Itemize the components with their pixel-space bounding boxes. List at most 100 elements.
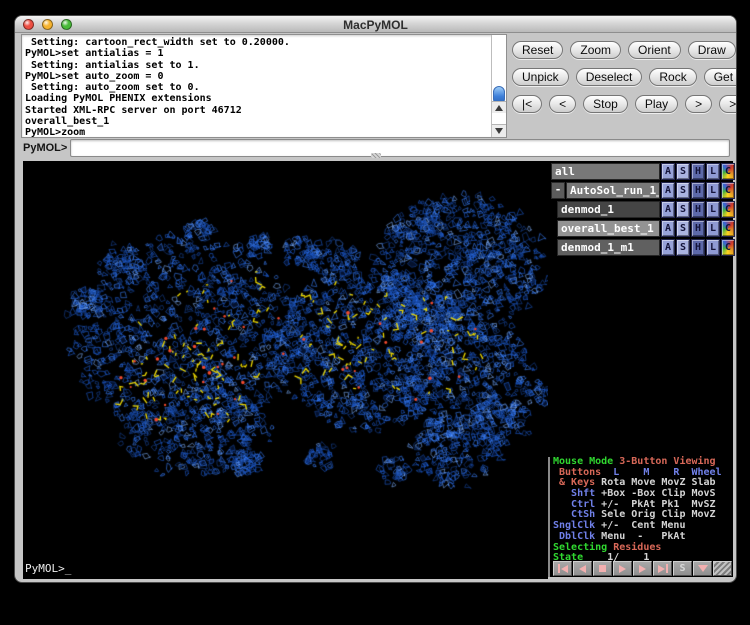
object-name-AutoSol_run_1_[interactable]: AutoSol_run_1_ [566, 182, 660, 199]
mouse-panel-text: Rota Move MovZ Slab [601, 477, 715, 488]
movie-controls: S [553, 561, 735, 576]
movie-play-button[interactable] [613, 561, 632, 576]
movie-forward-button[interactable] [633, 561, 652, 576]
expand-toggle[interactable]: - [551, 182, 565, 199]
s-menu-button[interactable]: S [676, 163, 690, 180]
c-menu-button[interactable]: C [721, 239, 735, 256]
mouse-panel-text: & Keys [553, 477, 601, 488]
upper-control-panel: Setting: cartoon_rect_width set to 0.200… [15, 33, 736, 161]
scroll-up-button[interactable] [492, 101, 506, 113]
l-menu-button[interactable]: L [706, 201, 720, 218]
mouse-panel-text: Mouse Mode [553, 456, 619, 467]
console-line: Setting: antialias set to 1. [25, 60, 488, 71]
stop-icon [599, 565, 606, 572]
deselect-button[interactable]: Deselect [576, 68, 643, 86]
movie-s-button[interactable]: S [673, 561, 692, 576]
object-name-overall_best_1[interactable]: overall_best_1 [557, 220, 660, 237]
mouse-panel-text: CtSh [553, 509, 601, 520]
a-menu-button[interactable]: A [661, 182, 675, 199]
movie-last-button[interactable] [653, 561, 672, 576]
l-menu-button[interactable]: L [706, 182, 720, 199]
console-line: PyMOL>zoom [25, 127, 488, 137]
c-menu-button[interactable]: C [721, 220, 735, 237]
play-button[interactable]: Play [635, 95, 678, 113]
draw-button[interactable]: Draw [688, 41, 736, 59]
a-menu-button[interactable]: A [661, 220, 675, 237]
macpymol-window: MacPyMOL Setting: cartoon_rect_width set… [14, 15, 737, 583]
movie-down-button[interactable] [693, 561, 712, 576]
go-last-button[interactable]: >| [719, 95, 737, 113]
orient-button[interactable]: Orient [628, 41, 681, 59]
feedback-console[interactable]: Setting: cartoon_rect_width set to 0.200… [21, 34, 507, 138]
mouse-panel-text: Residues [613, 542, 661, 553]
arrow-up-icon [495, 105, 503, 111]
object-list: allASHLC-AutoSol_run_1_ASHLCdenmod_1ASHL… [551, 163, 735, 256]
get-view-button[interactable]: Get View [704, 68, 737, 86]
stop-button[interactable]: Stop [583, 95, 628, 113]
window-title: MacPyMOL [15, 17, 736, 33]
console-line: Setting: cartoon_rect_width set to 0.200… [25, 37, 488, 48]
console-line: Started XML-RPC server on port 46712 [25, 105, 488, 116]
h-menu-button[interactable]: H [691, 201, 705, 218]
arrow-down-icon [495, 128, 503, 134]
mouse-panel-text: Selecting [553, 542, 613, 553]
console-line: Setting: auto_zoom set to 0. [25, 82, 488, 93]
object-row: denmod_1_m1ASHLC [551, 239, 735, 256]
mouse-panel-text: Buttons [553, 467, 601, 478]
a-menu-button[interactable]: A [661, 239, 675, 256]
mouse-panel-text: L M R Wheel [601, 467, 721, 478]
s-menu-button[interactable]: S [676, 239, 690, 256]
h-menu-button[interactable]: H [691, 239, 705, 256]
console-output: Setting: cartoon_rect_width set to 0.200… [25, 37, 488, 137]
down-icon [698, 565, 708, 572]
object-name-denmod_1[interactable]: denmod_1 [557, 201, 660, 218]
resize-grip-button[interactable] [713, 561, 732, 576]
a-menu-button[interactable]: A [661, 163, 675, 180]
h-menu-button[interactable]: H [691, 182, 705, 199]
button-row: ResetZoomOrientDrawRay [512, 41, 737, 59]
movie-stop-button[interactable] [593, 561, 612, 576]
console-scrollbar[interactable] [491, 35, 506, 137]
panel-divider [548, 457, 550, 577]
rock-button[interactable]: Rock [649, 68, 696, 86]
button-row: |<<StopPlay>>|MClear [512, 95, 737, 113]
sash-grip[interactable] [371, 153, 381, 158]
unpick-button[interactable]: Unpick [512, 68, 569, 86]
reset-button[interactable]: Reset [512, 41, 563, 59]
go-back-button[interactable]: < [549, 95, 576, 113]
movie-first-button[interactable] [553, 561, 572, 576]
l-menu-button[interactable]: L [706, 163, 720, 180]
c-menu-button[interactable]: C [721, 182, 735, 199]
object-row: overall_best_1ASHLC [551, 220, 735, 237]
l-menu-button[interactable]: L [706, 239, 720, 256]
c-menu-button[interactable]: C [721, 201, 735, 218]
prompt-label: PyMOL> [23, 140, 67, 156]
l-menu-button[interactable]: L [706, 220, 720, 237]
object-name-denmod_1_m1[interactable]: denmod_1_m1 [557, 239, 660, 256]
a-menu-button[interactable]: A [661, 201, 675, 218]
s-menu-button[interactable]: S [676, 220, 690, 237]
object-row: denmod_1ASHLC [551, 201, 735, 218]
skip-back-icon [558, 564, 560, 573]
viewport-3d[interactable] [23, 161, 548, 579]
object-name-all[interactable]: all [551, 163, 660, 180]
s-menu-button[interactable]: S [676, 182, 690, 199]
object-row: -AutoSol_run_1_ASHLC [551, 182, 735, 199]
step-forward-icon [639, 565, 646, 573]
titlebar[interactable]: MacPyMOL [15, 16, 736, 33]
command-buttons: ResetZoomOrientDrawRayUnpickDeselectRock… [512, 41, 737, 113]
h-menu-button[interactable]: H [691, 163, 705, 180]
command-input[interactable] [70, 139, 730, 157]
mouse-mode-panel[interactable]: Mouse Mode 3-Button Viewing Buttons L M … [553, 457, 735, 564]
movie-back-button[interactable] [573, 561, 592, 576]
zoom-button[interactable]: Zoom [570, 41, 621, 59]
mouse-panel-text: +/- Cent Menu [601, 520, 685, 531]
c-menu-button[interactable]: C [721, 163, 735, 180]
scroll-down-button[interactable] [492, 124, 506, 137]
step-back-icon [579, 565, 586, 573]
h-menu-button[interactable]: H [691, 220, 705, 237]
go-first-button[interactable]: |< [512, 95, 542, 113]
go-forward-button[interactable]: > [685, 95, 712, 113]
s-menu-button[interactable]: S [676, 201, 690, 218]
viewport-prompt: PyMOL>_ [25, 562, 71, 575]
